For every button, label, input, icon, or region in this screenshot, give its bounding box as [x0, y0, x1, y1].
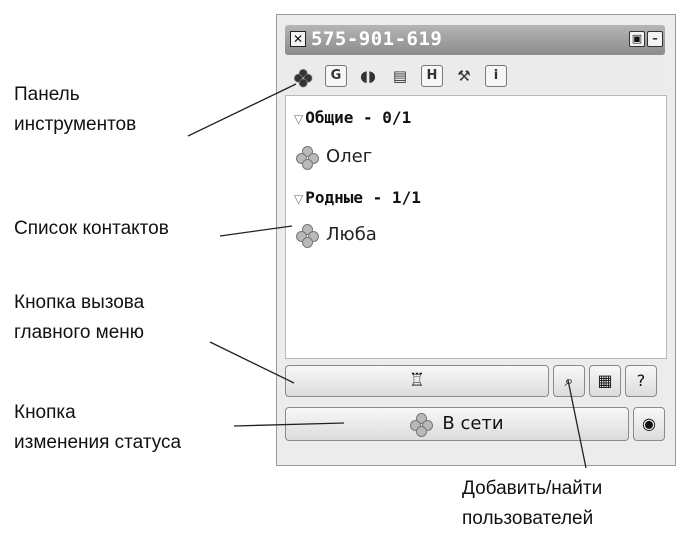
callout-toolbar-line2: инструментов [14, 114, 137, 135]
g-icon[interactable]: G [325, 65, 347, 87]
status-button[interactable]: В сети [285, 407, 629, 441]
status-flower-icon [296, 146, 319, 170]
group-name: Общие - 0/1 [305, 108, 412, 127]
group-header[interactable]: ▽ Родные - 1/1 [294, 188, 421, 207]
callout-status-line1: Кнопка [14, 402, 76, 423]
info-icon[interactable]: i [485, 65, 507, 87]
group-name: Родные - 1/1 [305, 188, 421, 207]
callout-toolbar-line1: Панель [14, 84, 80, 105]
sound-icon[interactable]: ◖◗ [357, 65, 379, 87]
contact-item[interactable]: Олег [296, 146, 373, 170]
main-menu-icon: ♖ [408, 370, 426, 391]
callout-menu-line2: главного меню [14, 322, 145, 343]
callout-menu: Кнопка вызова главного меню [14, 288, 144, 348]
collapse-arrow-icon[interactable]: ▽ [294, 112, 303, 126]
collapse-arrow-icon[interactable]: ▽ [294, 192, 303, 206]
contact-name: Люба [326, 224, 377, 245]
restore-icon[interactable]: ▣ [629, 31, 645, 47]
status-label: В сети [442, 413, 504, 434]
callout-find-line1: Добавить/найти [462, 478, 603, 499]
callout-contacts: Список контактов [14, 214, 169, 244]
eye-icon: ◉ [642, 414, 656, 433]
h-icon[interactable]: H [421, 65, 443, 87]
callout-find: Добавить/найти пользователей [462, 474, 602, 534]
find-users-button[interactable]: ⌕ [553, 365, 585, 397]
callout-toolbar: Панель инструментов [14, 80, 136, 140]
card-icon[interactable]: ▤ [389, 65, 411, 87]
contact-item[interactable]: Люба [296, 224, 377, 248]
find-users-icon: ⌕ [564, 371, 574, 390]
callout-status: Кнопка изменения статуса [14, 398, 181, 458]
flower-icon[interactable] [291, 65, 313, 87]
toolbar: G ◖◗ ▤ H ⚒ i [285, 59, 665, 93]
group-header[interactable]: ▽ Общие - 0/1 [294, 108, 411, 127]
contact-list: ▽ Общие - 0/1 Олег ▽ Родные - 1/1 Люба [285, 95, 667, 359]
icq-window: ✕ 575-901-619 ▣ – G ◖◗ ▤ H ⚒ i ▽ Общие - … [276, 14, 676, 466]
callout-menu-line1: Кнопка вызова [14, 292, 145, 313]
privacy-button[interactable]: ◉ [633, 407, 665, 441]
callout-contacts-text: Список контактов [14, 218, 169, 239]
main-menu-button[interactable]: ♖ [285, 365, 549, 397]
title-bar: ✕ 575-901-619 ▣ – [285, 25, 665, 55]
tools-icon[interactable]: ⚒ [453, 65, 475, 87]
calendar-button[interactable]: ▦ [589, 365, 621, 397]
help-button[interactable]: ? [625, 365, 657, 397]
callout-find-line2: пользователей [462, 508, 594, 529]
contact-name: Олег [326, 146, 373, 167]
status-flower-icon [296, 224, 319, 248]
callout-status-line2: изменения статуса [14, 432, 182, 453]
close-icon[interactable]: ✕ [290, 31, 306, 47]
window-title: 575-901-619 [311, 28, 443, 50]
help-icon: ? [636, 371, 646, 390]
status-flower-icon [410, 413, 434, 437]
calendar-icon: ▦ [597, 371, 613, 390]
minimize-icon[interactable]: – [647, 31, 663, 47]
